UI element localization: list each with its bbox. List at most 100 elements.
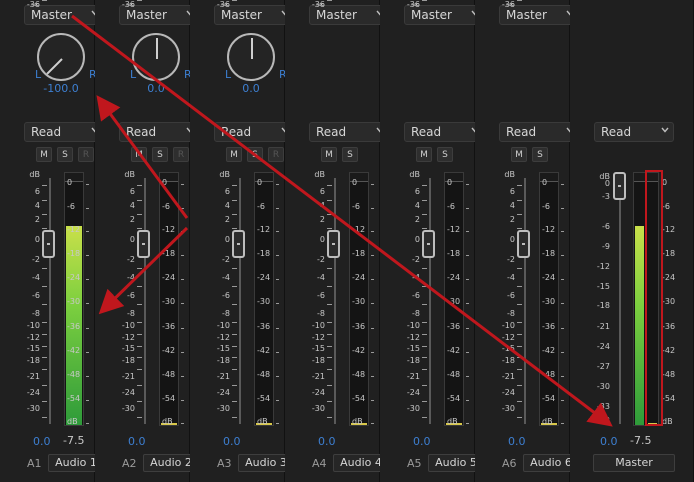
pan-value[interactable]: -100.0 — [31, 82, 91, 95]
fader-scale-label: 0 — [129, 235, 135, 244]
mute-button[interactable]: M — [321, 147, 337, 162]
knob-pointer — [251, 38, 253, 59]
fader-scale-label: -8 — [507, 309, 515, 318]
volume-fader[interactable] — [422, 230, 435, 258]
meter-scale-tick — [466, 328, 469, 329]
master-meter-scale-label: -54 — [662, 394, 676, 403]
fader-scale-tick — [517, 346, 522, 347]
fader-scale-label: -∞ — [220, 0, 230, 9]
volume-value[interactable]: 0.0 — [33, 435, 51, 448]
fader-scale-tick — [42, 346, 47, 347]
knob-pointer — [156, 38, 158, 59]
pan-value[interactable]: 0.0 — [126, 82, 186, 95]
meter-scale-tick — [86, 279, 89, 280]
mute-button[interactable]: M — [511, 147, 527, 162]
record-button[interactable]: R — [268, 147, 284, 162]
fader-scale-tick — [327, 214, 332, 215]
meter-scale-tick — [561, 328, 564, 329]
master-automation-dropdown[interactable]: Read — [594, 122, 674, 142]
solo-button[interactable]: S — [532, 147, 548, 162]
automation-mode-dropdown[interactable]: Read — [309, 122, 389, 142]
fader-scale-label: -15 — [406, 344, 420, 353]
meter-scale-label: -30 — [447, 297, 461, 306]
volume-fader[interactable] — [42, 230, 55, 258]
track-index: A1 — [27, 457, 42, 470]
meter-scale-label: -42 — [162, 346, 176, 355]
fader-scale-tick — [42, 417, 47, 418]
meter-scale-label: -30 — [67, 297, 81, 306]
fader-scale-tick — [517, 357, 522, 358]
meter-scale-tick — [466, 231, 469, 232]
mute-button[interactable]: M — [131, 147, 147, 162]
fader-scale-label: 2 — [129, 215, 135, 224]
fader-scale-label: -10 — [121, 321, 135, 330]
volume-value[interactable]: 0.0 — [413, 435, 431, 448]
record-button[interactable]: R — [173, 147, 189, 162]
automation-mode-dropdown-value: Read — [411, 125, 442, 139]
mute-button[interactable]: M — [226, 147, 242, 162]
automation-mode-dropdown[interactable]: Read — [404, 122, 484, 142]
master-volume-fader[interactable] — [613, 172, 626, 200]
mute-button[interactable]: M — [36, 147, 52, 162]
master-name-field[interactable]: Master — [593, 454, 675, 472]
volume-value[interactable]: 0.0 — [508, 435, 526, 448]
fader-scale-label: -21 — [311, 372, 325, 381]
automation-mode-dropdown[interactable]: Read — [24, 122, 104, 142]
meter-scale-label: -18 — [447, 249, 461, 258]
volume-value[interactable]: 0.0 — [223, 435, 241, 448]
master-meter-scale-label: -24 — [662, 273, 676, 282]
pan-knob[interactable] — [132, 33, 180, 81]
meter-scale-label: -30 — [352, 297, 366, 306]
fader-scale-tick — [517, 369, 522, 370]
volume-fader[interactable] — [327, 230, 340, 258]
fader-scale-label: -24 — [216, 388, 230, 397]
solo-button[interactable]: S — [342, 147, 358, 162]
solo-button[interactable]: S — [57, 147, 73, 162]
solo-button[interactable]: S — [437, 147, 453, 162]
fader-scale-tick — [517, 385, 522, 386]
fader-scale-tick — [137, 268, 142, 269]
master-fader-scale-label: -27 — [596, 362, 610, 371]
master-meter-scale-label: -18 — [662, 249, 676, 258]
solo-button[interactable]: S — [247, 147, 263, 162]
fader-scale-label: dB — [504, 170, 515, 179]
meter-scale-tick — [86, 376, 89, 377]
fader-scale-label: -15 — [311, 344, 325, 353]
meter-scale-label: dB — [257, 417, 268, 426]
master-volume-value[interactable]: 0.0 — [600, 435, 618, 448]
fader-scale-label: -4 — [507, 273, 515, 282]
fader-scale-tick — [517, 334, 522, 335]
fader-scale-tick — [232, 286, 237, 287]
fader-track — [334, 178, 336, 424]
master-fader-scale-label: -12 — [596, 262, 610, 271]
automation-mode-dropdown[interactable]: Read — [119, 122, 199, 142]
automation-mode-dropdown[interactable]: Read — [499, 122, 579, 142]
fader-scale-label: -4 — [317, 273, 325, 282]
solo-button[interactable]: S — [152, 147, 168, 162]
audio-track-mixer: Master L R -100.0 Read M S RdB 6 4 2 0 -2 -4 -6 -8 -10 -1… — [0, 0, 694, 482]
volume-value[interactable]: 0.0 — [128, 435, 146, 448]
master-fader-scale-label: -33 — [596, 402, 610, 411]
volume-fader[interactable] — [517, 230, 530, 258]
meter-scale-label: -12 — [257, 225, 271, 234]
volume-fader[interactable] — [232, 230, 245, 258]
mute-button[interactable]: M — [416, 147, 432, 162]
fader-scale-tick — [327, 185, 332, 186]
meter-scale-tick — [86, 352, 89, 353]
pan-knob[interactable] — [227, 33, 275, 81]
automation-mode-dropdown[interactable]: Read — [214, 122, 294, 142]
fader-scale-tick — [232, 385, 237, 386]
volume-fader[interactable] — [137, 230, 150, 258]
record-button[interactable]: R — [78, 147, 94, 162]
pan-knob[interactable] — [37, 33, 85, 81]
fader-scale-label: -∞ — [125, 0, 135, 9]
volume-value[interactable]: 0.0 — [318, 435, 336, 448]
fader-scale-label: -10 — [26, 321, 40, 330]
fader-scale-label: -21 — [26, 372, 40, 381]
pan-value[interactable]: 0.0 — [221, 82, 281, 95]
meter-scale-label: -36 — [257, 322, 271, 331]
fader-scale-tick — [137, 286, 142, 287]
channel-master: Read dB 0 -3 -6 -9 -12 -15 -18 -21 -24 -27 -30 -33 -∞ 0… — [570, 0, 694, 482]
meter-scale-label: -42 — [257, 346, 271, 355]
fader-scale-label: -18 — [406, 356, 420, 365]
